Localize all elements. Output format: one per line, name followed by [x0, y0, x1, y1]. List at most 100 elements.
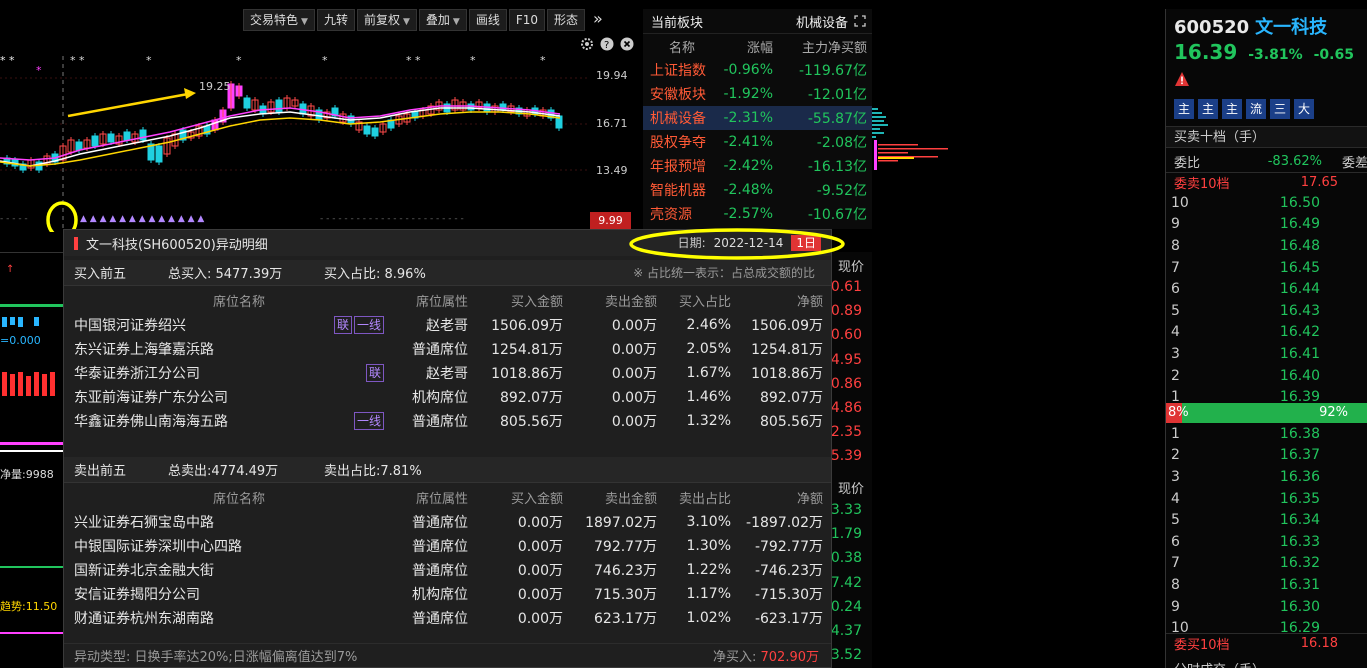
table-row[interactable]: 东亚前海证券广东分公司 机构席位 892.07万 0.00万 1.46% 892.07万	[64, 385, 831, 409]
orderbook-row[interactable]: 4 16.42	[1166, 322, 1367, 344]
orderbook-level: 6	[1171, 533, 1180, 550]
capital-tag[interactable]: 大	[1294, 99, 1314, 119]
seat-net: -1897.02万	[746, 515, 823, 531]
toolbar-button-6[interactable]: 形态	[547, 9, 586, 31]
orderbook-price: 16.49	[1279, 216, 1320, 233]
sector-row[interactable]: 上证指数 -0.96% -119.67亿	[643, 58, 872, 82]
sector-row[interactable]: 安徽板块 -1.92% -12.01亿	[643, 82, 872, 106]
bottom-markers: - - - - - ▲ ▲ ▲ ▲ ▲ ▲ ▲ ▲ ▲ ▲ ▲ ▲ ▲ - - …	[0, 214, 464, 224]
capital-tag[interactable]: 流	[1246, 99, 1266, 119]
orderbook-row[interactable]: 4 16.35	[1166, 488, 1367, 510]
sell-ratio: 92%	[1319, 405, 1348, 420]
orderbook-price: 16.45	[1279, 259, 1320, 276]
seat-badge[interactable]: 联	[365, 364, 384, 382]
toolbar-button-3[interactable]: 叠加 ▼	[418, 9, 467, 31]
toolbar-button-2[interactable]: 前复权 ▼	[356, 9, 417, 31]
kline-chart[interactable]: 19.25 * * * * * * * * * * * * - - - - - …	[0, 36, 643, 232]
capital-tag[interactable]: 三	[1270, 99, 1290, 119]
sector-name: 智能机器	[650, 183, 706, 199]
orderbook-price: 16.32	[1279, 555, 1320, 572]
sector-list: 上证指数 -0.96% -119.67亿 安徽板块 -1.92% -12.01亿 机械设备 -…	[643, 58, 872, 226]
sector-row[interactable]: 年报预增 -2.42% -16.13亿	[643, 154, 872, 178]
warning-icon[interactable]	[1174, 71, 1190, 87]
table-row[interactable]: 华泰证券浙江分公司 联 赵老哥 1018.86万 0.00万 1.67% 1018.86万	[64, 361, 831, 385]
capital-tag[interactable]: 主	[1174, 99, 1194, 119]
orderbook-row[interactable]: 1 16.38	[1166, 423, 1367, 445]
orderbook-level: 4	[1171, 490, 1180, 507]
seat-badge[interactable]: 联	[333, 316, 352, 334]
orderbook-row[interactable]: 9 16.30	[1166, 596, 1367, 618]
expand-icon[interactable]	[854, 15, 866, 27]
table-row[interactable]: 财通证券杭州东湖南路 普通席位 0.00万 623.17万 1.02% -623.17万	[64, 606, 831, 630]
orderbook-row[interactable]: 3 16.41	[1166, 343, 1367, 365]
seat-net: 892.07万	[760, 390, 823, 406]
orderbook-row[interactable]: 6 16.44	[1166, 278, 1367, 300]
orderbook-row[interactable]: 5 16.43	[1166, 300, 1367, 322]
table-row[interactable]: 安信证券揭阳分公司 机构席位 0.00万 715.30万 1.17% -715.30万	[64, 582, 831, 606]
orderbook-row[interactable]: 7 16.32	[1166, 553, 1367, 575]
table-row[interactable]: 中银国际证券深圳中心四路 普通席位 0.00万 792.77万 1.30% -792.77…	[64, 534, 831, 558]
orderbook-title: 买卖十档（手）	[1166, 126, 1367, 148]
orderbook-level: 5	[1171, 512, 1180, 529]
sector-name: 机械设备	[650, 111, 706, 127]
column-header: 净额	[796, 294, 823, 310]
seat-badge[interactable]: 一线	[353, 316, 384, 334]
orderbook-row[interactable]: 2 16.37	[1166, 445, 1367, 467]
last-price-marker: 9.99	[590, 212, 631, 230]
buy-table-header: 席位名称 席位属性 买入金额 卖出金额 买入占比 净额	[64, 289, 831, 311]
svg-text:*: *	[236, 54, 242, 67]
sell-section-header: 卖出前五 总卖出:4774.49万 卖出占比:7.81%	[64, 457, 831, 483]
orderbook-row[interactable]: 8 16.31	[1166, 574, 1367, 596]
orderbook-row[interactable]: 6 16.33	[1166, 531, 1367, 553]
price-label-low: 13.49	[596, 164, 628, 177]
current-sector-name[interactable]: 机械设备	[796, 12, 848, 31]
toolbar-button-4[interactable]: 画线	[468, 9, 507, 31]
seat-badge[interactable]: 一线	[353, 412, 384, 430]
orderbook-row[interactable]: 7 16.45	[1166, 257, 1367, 279]
table-row[interactable]: 兴业证券石狮宝岛中路 普通席位 0.00万 1897.02万 3.10% -1897.02…	[64, 510, 831, 534]
order-ratio-row: 委比 -83.62% 委差	[1166, 150, 1367, 172]
partial-quote-column: 现价 0.61 0.89 0.60 4.95 0.86 4.86 2.35 5.39 现价 3.33…	[830, 252, 872, 668]
col-name: 名称	[669, 40, 696, 56]
seat-sell: 1897.02万	[585, 515, 657, 531]
column-header: 卖出金额	[604, 294, 657, 310]
sector-panel: 当前板块 机械设备 名称 涨幅 主力净买额 上证指数 -0.96% -119.67亿…	[643, 9, 872, 229]
orderbook-row[interactable]: 10 16.50	[1166, 192, 1367, 214]
seat-name: 中银国际证券深圳中心四路	[74, 539, 242, 555]
stub-value: 3.33	[830, 502, 862, 518]
table-row[interactable]: 国新证券北京金融大街 普通席位 0.00万 746.23万 1.22% -746.23万	[64, 558, 831, 582]
orderbook-row[interactable]: 5 16.34	[1166, 509, 1367, 531]
orderbook-row[interactable]: 9 16.49	[1166, 214, 1367, 236]
seat-name-cell: 华泰证券浙江分公司	[64, 363, 344, 383]
sector-row[interactable]: 壳资源 -2.57% -10.67亿	[643, 202, 872, 226]
date-highlight-ellipse	[629, 228, 845, 260]
orderbook-price: 16.50	[1279, 194, 1320, 211]
orderbook-row[interactable]: 8 16.48	[1166, 235, 1367, 257]
sector-row[interactable]: 智能机器 -2.48% -9.52亿	[643, 178, 872, 202]
orderbook-row[interactable]: 3 16.36	[1166, 466, 1367, 488]
sector-row[interactable]: 股权争夺 -2.41% -2.08亿	[643, 130, 872, 154]
toolbar-button-5[interactable]: F10	[508, 9, 546, 31]
table-row[interactable]: 中国银河证券绍兴联一线 赵老哥 1506.09万 0.00万 2.46% 1506.09万	[64, 313, 831, 337]
table-row[interactable]: 东兴证券上海肇嘉浜路 普通席位 1254.81万 0.00万 2.05% 1254.81万	[64, 337, 831, 361]
capital-tag[interactable]: 主	[1198, 99, 1218, 119]
sector-name: 年报预增	[650, 159, 706, 175]
toolbar-button-0[interactable]: 交易特色 ▼	[243, 9, 315, 31]
stock-change-pct: -3.81%	[1248, 47, 1303, 63]
toolbar-button-label: F10	[515, 13, 539, 27]
sector-row[interactable]: 机械设备 -2.31% -55.87亿	[643, 106, 872, 130]
price-axis: 19.94 16.71 13.49	[590, 36, 643, 232]
orderbook-row[interactable]: 2 16.40	[1166, 365, 1367, 387]
orderbook-price: 16.36	[1279, 468, 1320, 485]
toolbar-button-1[interactable]: 九转	[316, 9, 355, 31]
table-row[interactable]: 华鑫证券佛山南海海五路 一线 普通席位 805.56万 0.00万 1.32% 805.56…	[64, 409, 831, 433]
double-chevron-right-icon[interactable]: »	[587, 9, 609, 31]
seat-name: 兴业证券石狮宝岛中路	[74, 515, 214, 531]
seat-badges: 一线	[352, 412, 384, 430]
title-marker	[74, 236, 78, 250]
svg-text:* *: * *	[0, 54, 15, 67]
capital-tag[interactable]: 主	[1222, 99, 1242, 119]
buy-total: 总买入: 5477.39万	[168, 267, 283, 282]
seat-net: 1506.09万	[751, 318, 823, 334]
stub-value: 3.52	[830, 647, 862, 664]
